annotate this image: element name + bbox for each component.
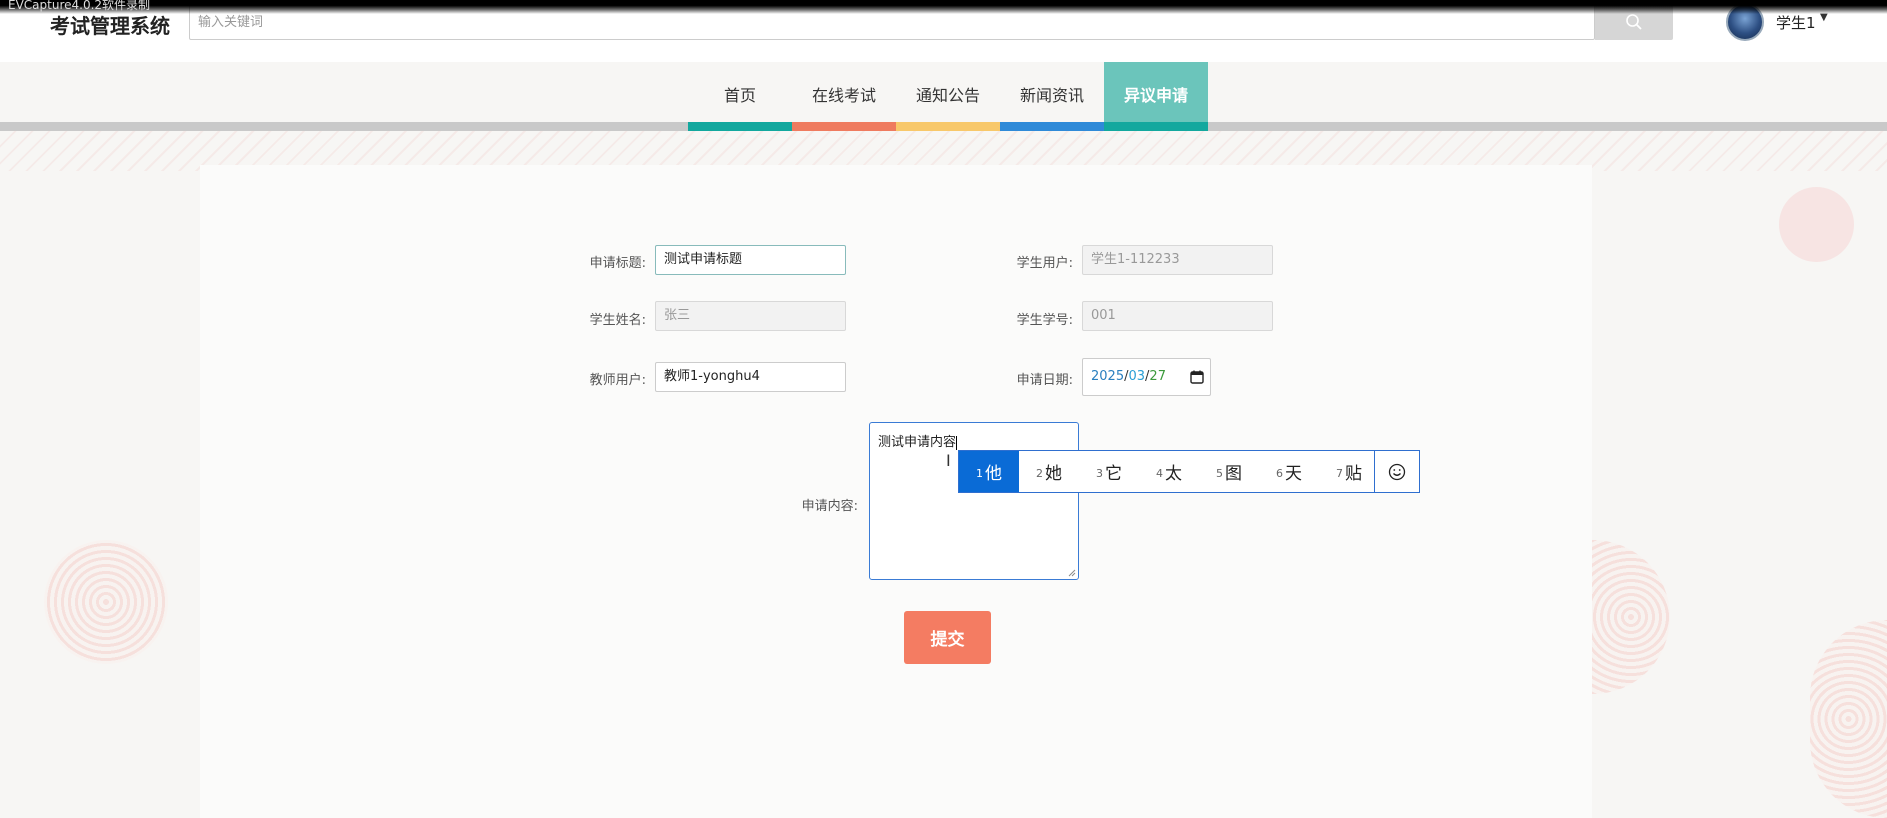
nav-item-underline <box>1000 122 1104 131</box>
decorative-ring <box>1810 620 1887 818</box>
student-no-input[interactable]: 001 <box>1082 301 1273 331</box>
ime-candidate-char: 天 <box>1285 464 1302 484</box>
ime-candidate[interactable]: 2她 <box>1019 451 1079 492</box>
ime-candidate-number: 1 <box>976 467 983 480</box>
date-month[interactable]: 03 <box>1128 369 1145 384</box>
nav-item-underline <box>792 122 896 131</box>
search-icon <box>1626 14 1642 30</box>
i-beam-cursor-icon: I <box>946 451 951 470</box>
nav-item-label: 异议申请 <box>1123 86 1188 105</box>
ime-candidate[interactable]: 1他 <box>959 451 1019 492</box>
ime-candidate-number: 7 <box>1336 467 1343 480</box>
ime-candidate-char: 图 <box>1225 464 1242 484</box>
nav-item-label: 首页 <box>723 86 756 105</box>
student-user-input[interactable]: 学生1-112233 <box>1082 245 1273 275</box>
recording-overlay-bar: EVCapture4.0.2软件录制 <box>0 0 1887 14</box>
teacher-user-label: 教师用户: <box>589 373 646 388</box>
ime-candidate[interactable]: 3它 <box>1079 451 1139 492</box>
teacher-user-input[interactable]: 教师1-yonghu4 <box>655 362 846 392</box>
nav-item-label: 新闻资讯 <box>1019 86 1084 105</box>
site-logo-title: 考试管理系统 <box>50 14 170 38</box>
nav-item-underline <box>688 122 792 131</box>
ime-candidate[interactable]: 4太 <box>1139 451 1199 492</box>
ime-candidate[interactable]: 7贴 <box>1319 451 1379 492</box>
ime-candidate-number: 2 <box>1036 467 1043 480</box>
nav-item-label: 在线考试 <box>811 86 876 105</box>
content-text: 测试申请内容 <box>878 435 957 450</box>
date-label: 申请日期: <box>1016 373 1073 388</box>
submit-button[interactable]: 提交 <box>904 611 991 664</box>
ime-candidate-char: 它 <box>1105 464 1122 484</box>
student-name-input[interactable]: 张三 <box>655 301 846 331</box>
ime-candidate-number: 5 <box>1216 467 1223 480</box>
ime-candidate-char: 贴 <box>1345 464 1362 484</box>
nav-item-3[interactable]: 新闻资讯 <box>1000 62 1104 131</box>
user-name[interactable]: 学生1 <box>1776 12 1816 33</box>
decorative-ring <box>1592 540 1670 694</box>
student-no-label: 学生学号: <box>1016 313 1073 328</box>
ime-candidate-char: 她 <box>1045 464 1062 484</box>
student-name-label: 学生姓名: <box>589 313 646 328</box>
nav-item-2[interactable]: 通知公告 <box>896 62 1000 131</box>
date-input[interactable]: 2025/03/27 <box>1082 358 1211 396</box>
nav-item-underline <box>896 122 1000 131</box>
ime-candidate-number: 4 <box>1156 467 1163 480</box>
nav-item-0[interactable]: 首页 <box>688 62 792 131</box>
calendar-icon[interactable] <box>1190 370 1204 384</box>
ime-candidate-char: 他 <box>985 464 1002 484</box>
date-year[interactable]: 2025 <box>1091 369 1124 384</box>
nav-item-4[interactable]: 异议申请 <box>1104 62 1208 131</box>
content-textarea[interactable]: 测试申请内容 <box>869 422 1079 580</box>
content-label: 申请内容: <box>801 499 858 514</box>
ime-candidate[interactable]: 5图 <box>1199 451 1259 492</box>
nav-item-label: 通知公告 <box>915 86 980 105</box>
title-input[interactable]: 测试申请标题 <box>655 245 846 275</box>
text-caret <box>956 435 958 450</box>
title-label: 申请标题: <box>589 256 646 271</box>
ime-candidate-char: 太 <box>1165 464 1182 484</box>
recording-overlay-title: EVCapture4.0.2软件录制 <box>8 0 151 12</box>
nav-item-underline <box>1104 122 1208 131</box>
student-user-label: 学生用户: <box>1016 256 1073 271</box>
ime-candidate[interactable]: 6天 <box>1259 451 1319 492</box>
smiley-icon <box>1388 463 1406 480</box>
ime-candidate-bar: 1他2她3它4太5图6天7贴 <box>958 450 1420 493</box>
decorative-circle <box>1779 187 1854 262</box>
date-day[interactable]: 27 <box>1149 369 1166 384</box>
ime-candidate-number: 6 <box>1276 467 1283 480</box>
decorative-ring <box>44 540 168 664</box>
ime-emoji-button[interactable] <box>1374 451 1419 492</box>
ime-candidate-number: 3 <box>1096 467 1103 480</box>
resize-handle-icon[interactable] <box>1068 569 1076 577</box>
nav-item-1[interactable]: 在线考试 <box>792 62 896 131</box>
